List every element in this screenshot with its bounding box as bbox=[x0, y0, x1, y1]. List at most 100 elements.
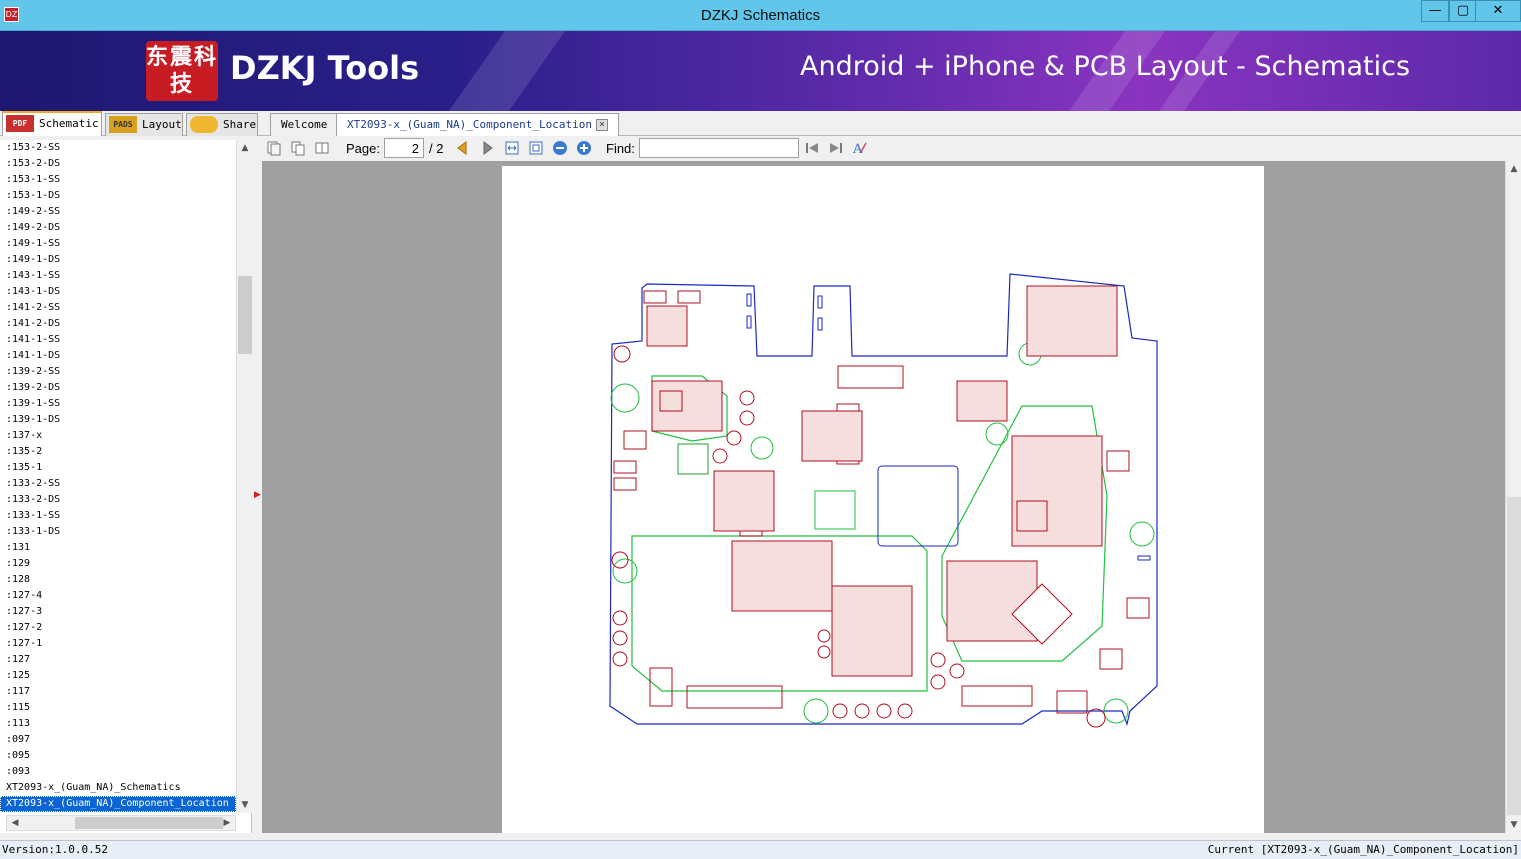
doc-tab-component-location[interactable]: XT2093-x_(Guam_NA)_Component_Location × bbox=[336, 113, 620, 136]
file-list-item[interactable]: :153-2-SS bbox=[0, 140, 236, 156]
file-list-item[interactable]: :153-2-DS bbox=[0, 156, 236, 172]
file-list-item[interactable]: :141-1-DS bbox=[0, 348, 236, 364]
scroll-left-icon[interactable]: ◀ bbox=[7, 816, 23, 830]
scroll-thumb[interactable] bbox=[75, 817, 223, 829]
file-list-item[interactable]: :143-1-SS bbox=[0, 268, 236, 284]
minimize-button[interactable]: — bbox=[1421, 0, 1449, 22]
file-list-item[interactable]: :093 bbox=[0, 764, 236, 780]
file-list-item[interactable]: :135-2 bbox=[0, 444, 236, 460]
file-list-item[interactable]: :129 bbox=[0, 556, 236, 572]
cloud-share-icon bbox=[190, 116, 218, 133]
close-tab-icon[interactable]: × bbox=[596, 119, 609, 131]
next-page-icon[interactable] bbox=[480, 140, 496, 156]
panel-splitter[interactable]: ▶ bbox=[253, 140, 261, 833]
banner-brand: DZKJ Tools bbox=[230, 49, 420, 87]
scroll-thumb[interactable] bbox=[238, 276, 252, 354]
file-list-item[interactable]: :127-2 bbox=[0, 620, 236, 636]
file-list-item[interactable]: XT2093-x_(Guam_NA)_Schematics bbox=[0, 780, 236, 796]
pads-icon: PADS bbox=[109, 116, 137, 133]
file-list-item[interactable]: :113 bbox=[0, 716, 236, 732]
file-list-item[interactable]: :128 bbox=[0, 572, 236, 588]
tab-label: Schematic bbox=[39, 117, 99, 130]
page-total: / 2 bbox=[429, 141, 444, 156]
file-list-item[interactable]: :141-1-SS bbox=[0, 332, 236, 348]
text-highlight-icon[interactable]: A bbox=[852, 140, 868, 156]
file-list-item[interactable]: :149-1-DS bbox=[0, 252, 236, 268]
doc-tab-welcome[interactable]: Welcome bbox=[270, 113, 339, 136]
file-list-item[interactable]: :153-1-SS bbox=[0, 172, 236, 188]
page-layout-icon[interactable] bbox=[314, 140, 330, 156]
file-list-item[interactable]: :139-2-SS bbox=[0, 364, 236, 380]
file-list-item[interactable]: :127-4 bbox=[0, 588, 236, 604]
file-list-item[interactable]: :133-1-DS bbox=[0, 524, 236, 540]
scroll-down-icon[interactable]: ▼ bbox=[237, 797, 253, 813]
zoom-out-icon[interactable] bbox=[552, 140, 568, 156]
pages-icon[interactable] bbox=[290, 140, 306, 156]
status-bar: Version:1.0.0.52 Current [XT2093-x_(Guam… bbox=[0, 840, 1521, 859]
scroll-up-icon[interactable]: ▲ bbox=[237, 140, 253, 156]
file-list-item[interactable]: :117 bbox=[0, 684, 236, 700]
file-list-vscrollbar[interactable]: ▲ ▼ bbox=[236, 140, 252, 813]
tab-share[interactable]: Share bbox=[186, 113, 258, 136]
file-list-item[interactable]: :095 bbox=[0, 748, 236, 764]
file-list-hscrollbar[interactable]: ◀ ▶ bbox=[6, 815, 236, 831]
scroll-down-icon[interactable]: ▼ bbox=[1506, 817, 1521, 833]
file-list-item[interactable]: :141-2-SS bbox=[0, 300, 236, 316]
previous-page-icon[interactable] bbox=[454, 140, 470, 156]
banner-tagline: Android + iPhone & PCB Layout - Schemati… bbox=[800, 51, 1411, 82]
find-label: Find: bbox=[606, 141, 635, 156]
pcb-layout-drawing bbox=[609, 273, 1158, 728]
find-input[interactable] bbox=[639, 138, 799, 158]
scroll-thumb[interactable] bbox=[1507, 497, 1521, 815]
file-list-item[interactable]: :149-1-SS bbox=[0, 236, 236, 252]
file-list-item[interactable]: :143-1-DS bbox=[0, 284, 236, 300]
file-list-item[interactable]: :141-2-DS bbox=[0, 316, 236, 332]
file-list-item[interactable]: :133-2-DS bbox=[0, 492, 236, 508]
scroll-up-icon[interactable]: ▲ bbox=[1506, 161, 1521, 177]
zoom-in-icon[interactable] bbox=[576, 140, 592, 156]
scroll-right-icon[interactable]: ▶ bbox=[219, 816, 235, 830]
file-list-item[interactable]: :153-1-DS bbox=[0, 188, 236, 204]
tab-layout[interactable]: PADS Layout bbox=[105, 113, 183, 136]
file-list-item[interactable]: :139-1-DS bbox=[0, 412, 236, 428]
viewer-toolbar: Page: / 2 Find: A bbox=[262, 136, 1521, 160]
fit-page-icon[interactable] bbox=[528, 140, 544, 156]
banner: 东震科技 DZKJ Tools Android + iPhone & PCB L… bbox=[0, 31, 1521, 111]
file-list-item[interactable]: XT2093-x_(Guam_NA)_Component_Location bbox=[0, 796, 236, 812]
find-next-icon[interactable] bbox=[828, 140, 844, 156]
tab-label: Share bbox=[223, 118, 257, 131]
file-list-item[interactable]: :135-1 bbox=[0, 460, 236, 476]
version-label: Version:1.0.0.52 bbox=[2, 843, 108, 856]
file-list-item[interactable]: :127-3 bbox=[0, 604, 236, 620]
file-list-item[interactable]: :097 bbox=[0, 732, 236, 748]
tab-schematic[interactable]: PDF Schematic bbox=[2, 111, 102, 136]
file-list-item[interactable]: :133-1-SS bbox=[0, 508, 236, 524]
window-title: DZKJ Schematics bbox=[700, 7, 821, 24]
page-number-input[interactable] bbox=[384, 138, 424, 158]
page-label: Page: bbox=[346, 141, 380, 156]
close-button[interactable]: ✕ bbox=[1475, 0, 1521, 22]
file-list-item[interactable]: :127-1 bbox=[0, 636, 236, 652]
file-list-item[interactable]: :127 bbox=[0, 652, 236, 668]
document-viewer[interactable] bbox=[262, 161, 1505, 833]
maximize-button[interactable]: ▢ bbox=[1449, 0, 1477, 22]
find-previous-icon[interactable] bbox=[804, 140, 820, 156]
collapse-arrow-icon[interactable]: ▶ bbox=[254, 490, 261, 500]
file-list-item[interactable]: :139-1-SS bbox=[0, 396, 236, 412]
file-list-item[interactable]: :137-x bbox=[0, 428, 236, 444]
file-list-item[interactable]: :149-2-SS bbox=[0, 204, 236, 220]
doc-tab-label: Welcome bbox=[281, 118, 328, 131]
file-list-item[interactable]: :125 bbox=[0, 668, 236, 684]
file-panel: :153-2-SS:153-2-DS:153-1-SS:153-1-DS:149… bbox=[0, 140, 252, 833]
file-list-item[interactable]: :131 bbox=[0, 540, 236, 556]
file-list-item[interactable]: :139-2-DS bbox=[0, 380, 236, 396]
copy-icon[interactable] bbox=[266, 140, 282, 156]
viewer-vscrollbar[interactable]: ▲ ▼ bbox=[1505, 161, 1521, 833]
fit-width-icon[interactable] bbox=[504, 140, 520, 156]
file-list-item[interactable]: :115 bbox=[0, 700, 236, 716]
file-list-item[interactable]: :149-2-DS bbox=[0, 220, 236, 236]
file-list-item[interactable]: :133-2-SS bbox=[0, 476, 236, 492]
current-document-label: Current [XT2093-x_(Guam_NA)_Component_Lo… bbox=[1207, 843, 1519, 856]
document-page bbox=[502, 166, 1264, 833]
tab-row: PDF Schematic PADS Layout Share Welcome … bbox=[0, 111, 1521, 136]
